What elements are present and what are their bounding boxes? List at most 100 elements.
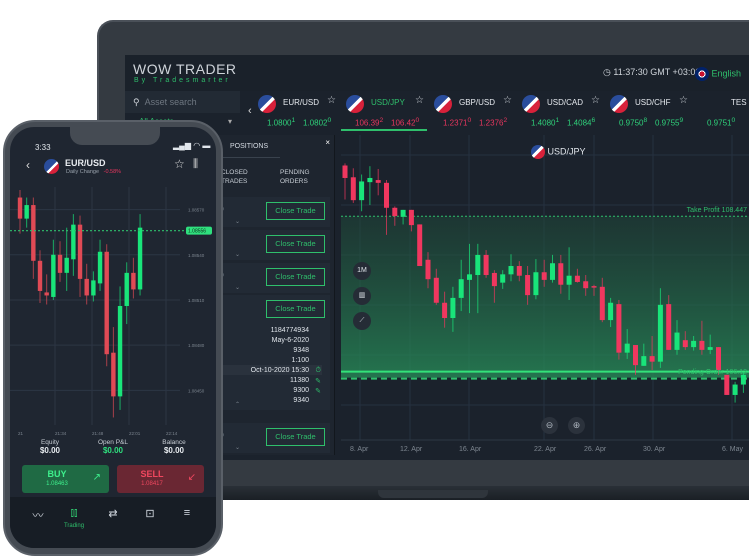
indicators-icon[interactable]: ⟋ [353,312,371,330]
asset-search-input[interactable]: ⚲ Asset search [125,91,240,113]
candle-body [475,254,481,276]
favorite-star-icon[interactable]: ☆ [591,95,600,106]
clock-icon: ◷ [603,67,614,77]
nav-robot-icon[interactable]: ⊡ [135,507,165,520]
phone-chart[interactable]: 1.08570 1.08540 1.08510 1.08480 1.08450 1.085… [10,187,216,437]
nav-trading-label: Trading [63,523,85,529]
stat-1: Open P&L $0.00 [83,439,143,455]
chart-type-candles-icon[interactable]: ▥ [353,287,371,305]
x-axis-label: 26. Apr [584,446,607,453]
candle-body [624,343,630,353]
favorite-star-icon[interactable]: ☆ [415,95,424,106]
candles-icon: ⫾⫾ [70,507,78,519]
ticker-item[interactable]: USD/CHF ☆ 0.97508 0.97559 [605,91,691,131]
chart-canvas[interactable] [341,135,749,460]
position-row[interactable]: 000 Close Trade ⌄ [210,230,330,260]
sell-label: SELL [140,469,164,479]
ticker-bid: 0.97510 [707,117,736,128]
candle-body [104,251,109,355]
laptop-hinge [378,490,488,498]
x-axis-label: 22:14 [166,431,178,436]
favorite-star-icon[interactable]: ☆ [503,95,512,106]
position-detail-value: 9348 [293,347,309,354]
position-row[interactable]: 0 Close Trade ⌃ [210,295,330,410]
close-panel-icon[interactable]: × [325,138,330,147]
chevron-down-icon[interactable]: ⌄ [235,218,240,225]
chevron-up-icon[interactable]: ⌃ [235,401,240,408]
candle-body [359,181,365,201]
language-selector[interactable]: English [695,67,741,81]
stat-label: Equity [40,439,60,446]
candle-body [458,279,464,298]
ticker-item[interactable]: USD/JPY ☆ 106.392 106.420 [341,91,427,131]
timer-icon[interactable]: ⏱ [316,367,321,375]
logo: WOW TRADER [133,61,237,77]
clock-time: 11:37:30 GMT +03:00 [613,67,701,77]
ticker-item[interactable]: EUR/USD ☆ 1.08001 1.08020 [253,91,339,131]
chevron-down-icon[interactable]: ⌄ [235,444,240,451]
stat-value: $0.00 [39,446,61,455]
zoom-out-icon[interactable]: ⊖ [541,417,558,434]
price-chart[interactable]: USD/JPY 1M ▥ ⟋ ⊖ ⊕ Take Profit 108.447 P… [341,135,749,460]
x-axis-label: 22. Apr [534,446,557,453]
nav-trading[interactable]: ⫾⫾ Trading [59,507,89,529]
close-trade-button[interactable]: Close Trade [266,235,325,253]
clock: ◷ 11:37:30 GMT +03:00 [603,67,700,78]
timeframe-button[interactable]: 1M [353,262,371,280]
ticker-name: USD/CAD [547,98,584,107]
candle-body [442,302,448,318]
ticker-ask: 0.97559 [655,117,684,128]
x-axis-label: 6. May [722,446,744,453]
close-trade-button[interactable]: Close Trade [266,428,325,446]
close-trade-button[interactable]: Close Trade [266,300,325,318]
candle-body [111,352,116,397]
currency-flag-icon [522,95,540,113]
nav-menu-icon[interactable]: ≡ [172,507,202,519]
candle-body [716,347,721,370]
search-placeholder: Asset search [144,97,197,107]
buy-price: 1.08463 [46,481,68,487]
tab-pending-orders[interactable]: PENDING ORDERS [280,168,320,186]
nav-chart-line-icon[interactable]: 〰 [23,507,53,523]
position-row[interactable]: ,000 Close Trade ⌄ [210,263,330,293]
candle-body [491,272,497,287]
edit-pencil-icon[interactable]: ✎ [315,377,321,385]
sell-button[interactable]: SELL 1.08417 ↙ [117,465,204,493]
ticker-name: GBP/USD [459,98,496,107]
positions-panel: POSITIONS × CLOSED TRADES PENDING ORDERS… [210,135,335,455]
edit-pencil-icon[interactable]: ✎ [315,387,321,395]
ticker-name: USD/CHF [635,98,671,107]
tab-closed-trades[interactable]: CLOSED TRADES [221,168,261,186]
close-trade-button[interactable]: Close Trade [266,268,325,286]
daily-change: Daily Change -0.58% [66,169,121,175]
back-icon[interactable]: ‹ [26,158,30,172]
ticker-item[interactable]: USD/CAD ☆ 1.40801 1.40846 [517,91,603,131]
eur-usd-flag-icon [44,159,59,174]
ticker-bid: 1.08001 [267,117,296,128]
x-axis-label: 8. Apr [350,446,369,453]
position-row[interactable]: ,000 Close Trade ⌄ [210,423,330,453]
ticker-name: TES [731,98,747,107]
settings-sliders-icon[interactable]: ⫼ [193,158,198,171]
position-row[interactable]: ,000 Close Trade ⌄ [210,197,330,227]
chevron-down-icon[interactable]: ⌄ [235,251,240,258]
ticker-ask: 1.40846 [567,117,596,128]
ticker-bar: EUR/USD ☆ 1.08001 1.08020 USD/JPY ☆ 106.… [243,91,749,133]
zoom-in-icon[interactable]: ⊕ [568,417,585,434]
uk-flag-icon [695,67,709,81]
x-axis-label: 12. Apr [400,446,423,453]
candle-body [732,384,738,395]
favorite-star-icon[interactable]: ☆ [174,157,185,171]
close-trade-button[interactable]: Close Trade [266,202,325,220]
ticker-item[interactable]: TES ☆ 0.97510 [693,91,749,131]
ticker-item[interactable]: GBP/USD ☆ 1.23710 1.23762 [429,91,515,131]
position-detail-value: Oct-10-2020 15:30 [250,367,309,374]
candle-body [37,260,43,291]
candle-body [450,297,456,318]
candle-body [367,177,373,183]
chevron-down-icon[interactable]: ⌄ [235,284,240,291]
favorite-star-icon[interactable]: ☆ [327,95,336,106]
favorite-star-icon[interactable]: ☆ [679,95,688,106]
nav-transfer-icon[interactable]: ⇄ [98,507,128,520]
buy-button[interactable]: BUY 1.08463 ↗ [22,465,109,493]
